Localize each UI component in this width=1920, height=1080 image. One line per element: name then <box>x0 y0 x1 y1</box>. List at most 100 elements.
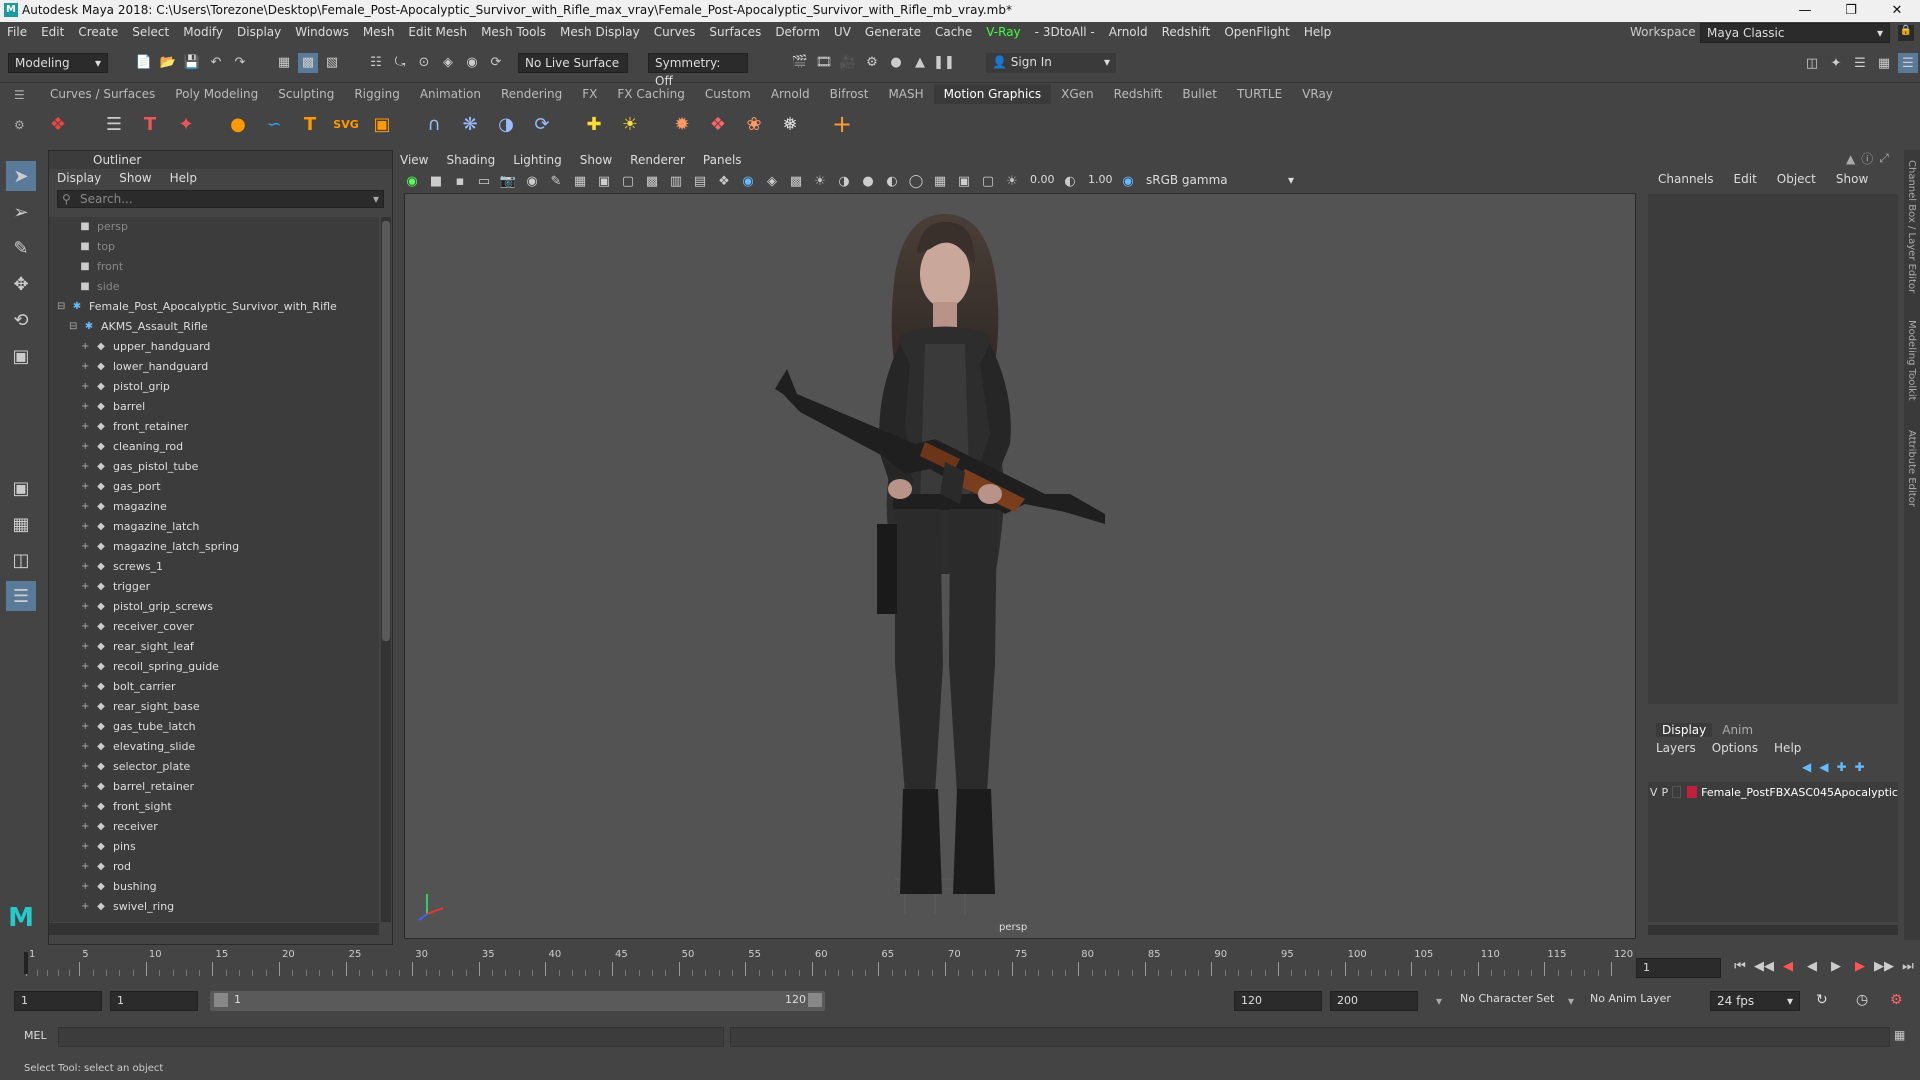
command-language-label[interactable]: MEL <box>24 1029 47 1042</box>
side-tab-modeling-toolkit[interactable]: Modeling Toolkit <box>1906 320 1917 401</box>
shelf-tab-mash[interactable]: MASH <box>878 84 933 104</box>
textured-icon[interactable]: ▩ <box>786 171 806 191</box>
color-management-icon[interactable]: ◉ <box>1118 171 1138 191</box>
instancer-icon[interactable]: ∩ <box>419 109 449 139</box>
menu-edit-mesh[interactable]: Edit Mesh <box>401 22 474 43</box>
gate-mask-icon[interactable]: ▩ <box>642 171 662 191</box>
fracture-icon[interactable]: ✹ <box>667 109 697 139</box>
outliner-item-pistol-grip[interactable]: + ◆ pistol_grip <box>49 377 379 397</box>
channel-box-icon[interactable]: ☰ <box>1898 53 1918 73</box>
outliner-item-rear-sight-leaf[interactable]: + ◆ rear_sight_leaf <box>49 637 379 657</box>
expand-toggle-icon[interactable]: ⊟ <box>69 317 81 337</box>
undo-icon[interactable]: ↶ <box>206 53 226 73</box>
menu-edit[interactable]: Edit <box>34 22 71 43</box>
viewport-menu-show[interactable]: Show <box>580 150 612 170</box>
menu-set-dropdown[interactable]: Modeling ▾ <box>8 52 108 73</box>
expand-toggle-icon[interactable]: + <box>81 837 93 857</box>
outliner-item-swivel-ring[interactable]: + ◆ swivel_ring <box>49 897 379 917</box>
snap-grid-icon[interactable]: ☷ <box>366 53 386 73</box>
anim-layer-dropdown[interactable]: No Anim Layer <box>1590 992 1671 1005</box>
script-editor-icon[interactable]: ▦ <box>1894 1028 1905 1042</box>
outliner-item-recoil-spring-guide[interactable]: + ◆ recoil_spring_guide <box>49 657 379 677</box>
outliner-item-bushing[interactable]: + ◆ bushing <box>49 877 379 897</box>
scale-tool-icon[interactable]: ▣ <box>6 341 36 371</box>
outliner-item-barrel-retainer[interactable]: + ◆ barrel_retainer <box>49 777 379 797</box>
step-back-frame-icon[interactable]: ◀ <box>1778 956 1798 976</box>
outliner-item-selector-plate[interactable]: + ◆ selector_plate <box>49 757 379 777</box>
grease-pencil-icon[interactable]: ✎ <box>546 171 566 191</box>
lock-camera-icon[interactable]: ◉ <box>522 171 542 191</box>
go-to-end-icon[interactable]: ⏭ <box>1898 956 1918 976</box>
channel-menu-object[interactable]: Object <box>1777 164 1816 194</box>
shelf-tab-vray[interactable]: VRay <box>1292 84 1343 104</box>
outliner-item-pistol-grip-screws[interactable]: + ◆ pistol_grip_screws <box>49 597 379 617</box>
time-slider[interactable]: 1 5 10 15 20 25 30 35 40 45 50 55 60 65 70 75 80 85 90 95 10… <box>18 948 1633 978</box>
playback-start-field[interactable]: 1 <box>110 991 198 1011</box>
menu-arnold[interactable]: Arnold <box>1102 22 1155 43</box>
select-component-icon[interactable]: ▧ <box>322 53 342 73</box>
expand-toggle-icon[interactable]: + <box>81 517 93 537</box>
expand-toggle-icon[interactable]: + <box>81 417 93 437</box>
step-forward-key-icon[interactable]: ▶▶ <box>1874 956 1894 976</box>
expand-toggle-icon[interactable]: + <box>81 617 93 637</box>
scrollbar-thumb[interactable] <box>382 221 390 641</box>
play-backwards-icon[interactable]: ◀ <box>1802 956 1822 976</box>
menu-generate[interactable]: Generate <box>858 22 928 43</box>
paint-icon[interactable]: ❀ <box>739 109 769 139</box>
outliner-item-rod[interactable]: + ◆ rod <box>49 857 379 877</box>
shelf-tab-bifrost[interactable]: Bifrost <box>820 84 879 104</box>
shelf-menu-icon[interactable]: ☰ <box>14 88 25 102</box>
outliner-horizontal-scrollbar[interactable] <box>49 923 379 935</box>
exposure-field[interactable]: 0.00 <box>1024 171 1058 191</box>
lock-icon[interactable]: 🔒 <box>1898 25 1914 41</box>
command-input[interactable] <box>58 1027 724 1047</box>
resolution-gate-icon[interactable]: ▢ <box>618 171 638 191</box>
current-frame-field[interactable]: 1 <box>1636 958 1721 978</box>
rotate-array-icon[interactable]: ⟳ <box>527 109 557 139</box>
auto-key-icon[interactable]: ◷ <box>1856 992 1868 1008</box>
outliner-item-screws-1[interactable]: + ◆ screws_1 <box>49 557 379 577</box>
shelf-tab-rendering[interactable]: Rendering <box>491 84 572 104</box>
outliner-item-gas-pistol-tube[interactable]: + ◆ gas_pistol_tube <box>49 457 379 477</box>
render-settings-icon[interactable]: ⚙ <box>862 53 882 73</box>
close-button[interactable]: ✕ <box>1874 0 1920 22</box>
render-view-icon[interactable]: 🎬 <box>790 53 810 73</box>
lasso-tool-icon[interactable]: ➢ <box>6 197 36 227</box>
expand-toggle-icon[interactable]: + <box>81 897 93 917</box>
outliner-item-bolt-carrier[interactable]: + ◆ bolt_carrier <box>49 677 379 697</box>
mograph-cube-icon[interactable]: ❖ <box>43 109 73 139</box>
outliner-item-rear-sight-base[interactable]: + ◆ rear_sight_base <box>49 697 379 717</box>
character-model[interactable] <box>775 214 1105 894</box>
expand-toggle-icon[interactable]: + <box>81 357 93 377</box>
select-object-icon[interactable]: ▩ <box>298 52 318 73</box>
layer-playback[interactable]: P <box>1659 786 1670 799</box>
two-view-icon[interactable]: ◫ <box>6 545 36 575</box>
shelf-tab-motion-graphics[interactable]: Motion Graphics <box>933 84 1052 104</box>
layer-scrollbar[interactable] <box>1648 925 1898 935</box>
camera-attributes-icon[interactable]: ■ <box>426 171 446 191</box>
expand-toggle-icon[interactable]: + <box>81 657 93 677</box>
expand-toggle-icon[interactable]: + <box>81 497 93 517</box>
expand-toggle-icon[interactable]: + <box>81 717 93 737</box>
lighting-icon[interactable]: ☀ <box>810 171 830 191</box>
shelf-tab-xgen[interactable]: XGen <box>1051 84 1104 104</box>
new-layer-selected-icon[interactable]: ✚ <box>1855 760 1865 774</box>
tab-anim[interactable]: Anim <box>1712 723 1763 737</box>
step-forward-frame-icon[interactable]: ▶ <box>1850 956 1870 976</box>
loop-icon[interactable]: ↻ <box>1816 992 1828 1008</box>
expand-icon[interactable]: ⤢ <box>1879 151 1889 166</box>
grid-icon[interactable]: ▦ <box>570 171 590 191</box>
shelf-tab-turtle[interactable]: TURTLE <box>1227 84 1292 104</box>
distribute-icon[interactable]: ❋ <box>455 109 485 139</box>
particle-icon[interactable]: ❅ <box>775 109 805 139</box>
channel-menu-channels[interactable]: Channels <box>1658 164 1714 194</box>
character-set-dropdown[interactable]: No Character Set <box>1460 992 1554 1005</box>
viewport-menu-renderer[interactable]: Renderer <box>630 150 685 170</box>
range-start-handle[interactable] <box>214 993 228 1007</box>
film-gate-icon[interactable]: ▣ <box>594 171 614 191</box>
color-space-dropdown[interactable]: sRGB gamma ▾ <box>1140 171 1300 191</box>
snap-curve-icon[interactable]: ⤿ <box>390 53 410 73</box>
layer-visibility[interactable]: V <box>1648 786 1659 799</box>
new-scene-icon[interactable]: 📄 <box>134 53 154 73</box>
hypershade-icon[interactable]: ● <box>886 53 906 73</box>
